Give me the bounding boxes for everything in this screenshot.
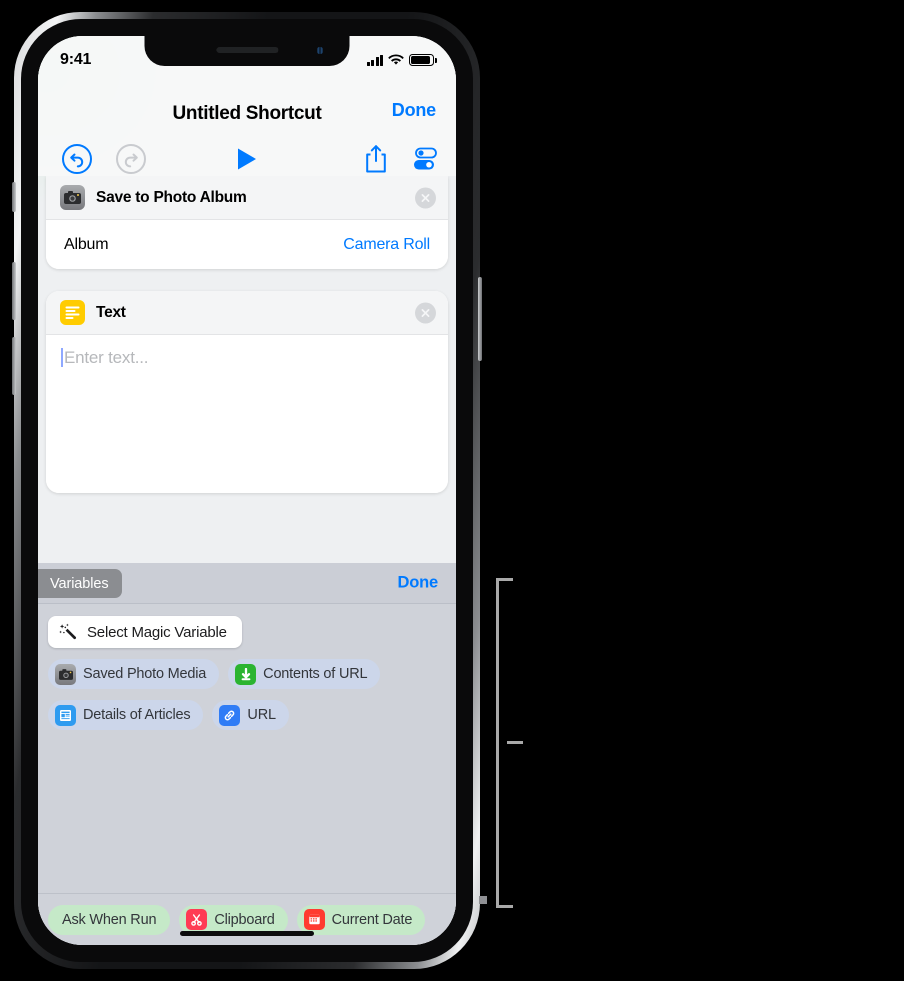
callout-bracket: [479, 578, 523, 908]
chip-label: Saved Photo Media: [83, 666, 207, 682]
parameter-value[interactable]: Camera Roll: [343, 236, 430, 254]
action-card-text[interactable]: Text Enter text...: [46, 291, 448, 493]
share-icon: [366, 145, 386, 173]
chip-label: Ask When Run: [62, 911, 157, 928]
variable-chip-details-of-articles[interactable]: Details of Articles: [48, 700, 204, 730]
download-arrow-icon: [235, 663, 257, 685]
status-bar-indicators: [366, 54, 437, 66]
action-title: Text: [96, 303, 126, 321]
action-card-save-to-photo-album[interactable]: Save to Photo Album Album Camera Roll: [46, 176, 448, 269]
variables-tab[interactable]: Variables: [38, 569, 123, 598]
camera-icon: [60, 185, 85, 210]
undo-button[interactable]: [62, 144, 92, 174]
variable-chip-contents-of-url[interactable]: Contents of URL: [228, 659, 381, 689]
action-title: Save to Photo Album: [96, 188, 247, 206]
battery-icon: [409, 54, 437, 66]
variable-chip-current-date[interactable]: Current Date: [296, 904, 426, 935]
chip-label: URL: [247, 707, 276, 723]
share-button[interactable]: [364, 144, 388, 174]
volume-up-button[interactable]: [12, 262, 16, 320]
parameter-row-album[interactable]: Album Camera Roll: [46, 220, 448, 269]
camera-icon: [55, 663, 76, 685]
article-icon: [55, 704, 76, 726]
iphone-device-frame: 9:41 Untitled Shortcut Done Save to Phot…: [12, 12, 482, 969]
status-bar-clock: 9:41: [60, 50, 92, 68]
undo-icon: [62, 144, 92, 174]
builtin-variables-row: Ask When Run Clipboard Current Date: [38, 893, 456, 945]
variable-chip-url[interactable]: URL: [212, 700, 289, 730]
volume-down-button[interactable]: [12, 337, 16, 395]
settings-button[interactable]: [410, 146, 440, 172]
notch: [144, 36, 350, 66]
callout-bottom-tick: [496, 905, 513, 908]
magic-variable-row-2: Details of Articles URL: [48, 700, 446, 730]
play-icon: [238, 148, 256, 170]
redo-button[interactable]: [116, 144, 146, 174]
wifi-icon: [388, 54, 404, 65]
earpiece-speaker-icon: [216, 47, 278, 53]
accessory-done-button[interactable]: Done: [398, 574, 439, 593]
magic-variable-row-1: Saved Photo Media Contents of URL: [48, 659, 446, 689]
variables-accessory-panel[interactable]: Variables Done Select Magic Variable Sav…: [38, 563, 456, 945]
scissors-icon: [186, 909, 208, 930]
callout-middle-tick: [507, 741, 523, 744]
home-indicator[interactable]: [180, 931, 314, 936]
remove-action-button[interactable]: [415, 302, 436, 323]
magic-button-label: Select Magic Variable: [87, 623, 227, 641]
chip-label: Clipboard: [214, 911, 275, 928]
text-placeholder: Enter text...: [64, 348, 149, 367]
magic-wand-icon: [59, 623, 76, 639]
redo-icon: [116, 144, 146, 174]
cellular-bars-icon: [366, 54, 383, 66]
editor-toolbar: [38, 142, 456, 176]
iphone-screen: 9:41 Untitled Shortcut Done Save to Phot…: [38, 36, 456, 945]
calendar-icon: [303, 909, 325, 930]
nav-done-button[interactable]: Done: [392, 100, 436, 121]
variable-chip-saved-photo-media[interactable]: Saved Photo Media: [48, 659, 220, 689]
text-caret: [61, 348, 63, 367]
variables-list: Select Magic Variable Saved Photo Media …: [38, 604, 456, 893]
action-card-header[interactable]: Text: [46, 291, 448, 335]
power-button[interactable]: [478, 277, 482, 361]
text-input-field[interactable]: Enter text...: [46, 335, 448, 493]
chip-label: Current Date: [331, 911, 413, 928]
link-icon: [219, 704, 241, 726]
page-title: Untitled Shortcut: [172, 103, 322, 124]
callout-vertical-line: [496, 578, 499, 908]
play-button[interactable]: [235, 146, 259, 172]
chip-label: Contents of URL: [263, 666, 368, 682]
callout-anchor-dot: [479, 896, 487, 904]
silent-switch[interactable]: [12, 182, 16, 212]
text-lines-icon: [60, 300, 85, 325]
action-card-header[interactable]: Save to Photo Album: [46, 176, 448, 220]
parameter-label: Album: [64, 235, 109, 253]
sliders-icon: [414, 147, 437, 170]
select-magic-variable-button[interactable]: Select Magic Variable: [48, 616, 242, 648]
remove-action-button[interactable]: [415, 187, 436, 208]
chip-label: Details of Articles: [83, 707, 191, 723]
front-camera-icon: [315, 45, 326, 56]
variable-chip-clipboard[interactable]: Clipboard: [179, 904, 288, 935]
callout-top-tick: [496, 578, 513, 581]
variable-chip-ask-when-run[interactable]: Ask When Run: [48, 904, 171, 935]
accessory-toolbar: Variables Done: [38, 563, 456, 604]
